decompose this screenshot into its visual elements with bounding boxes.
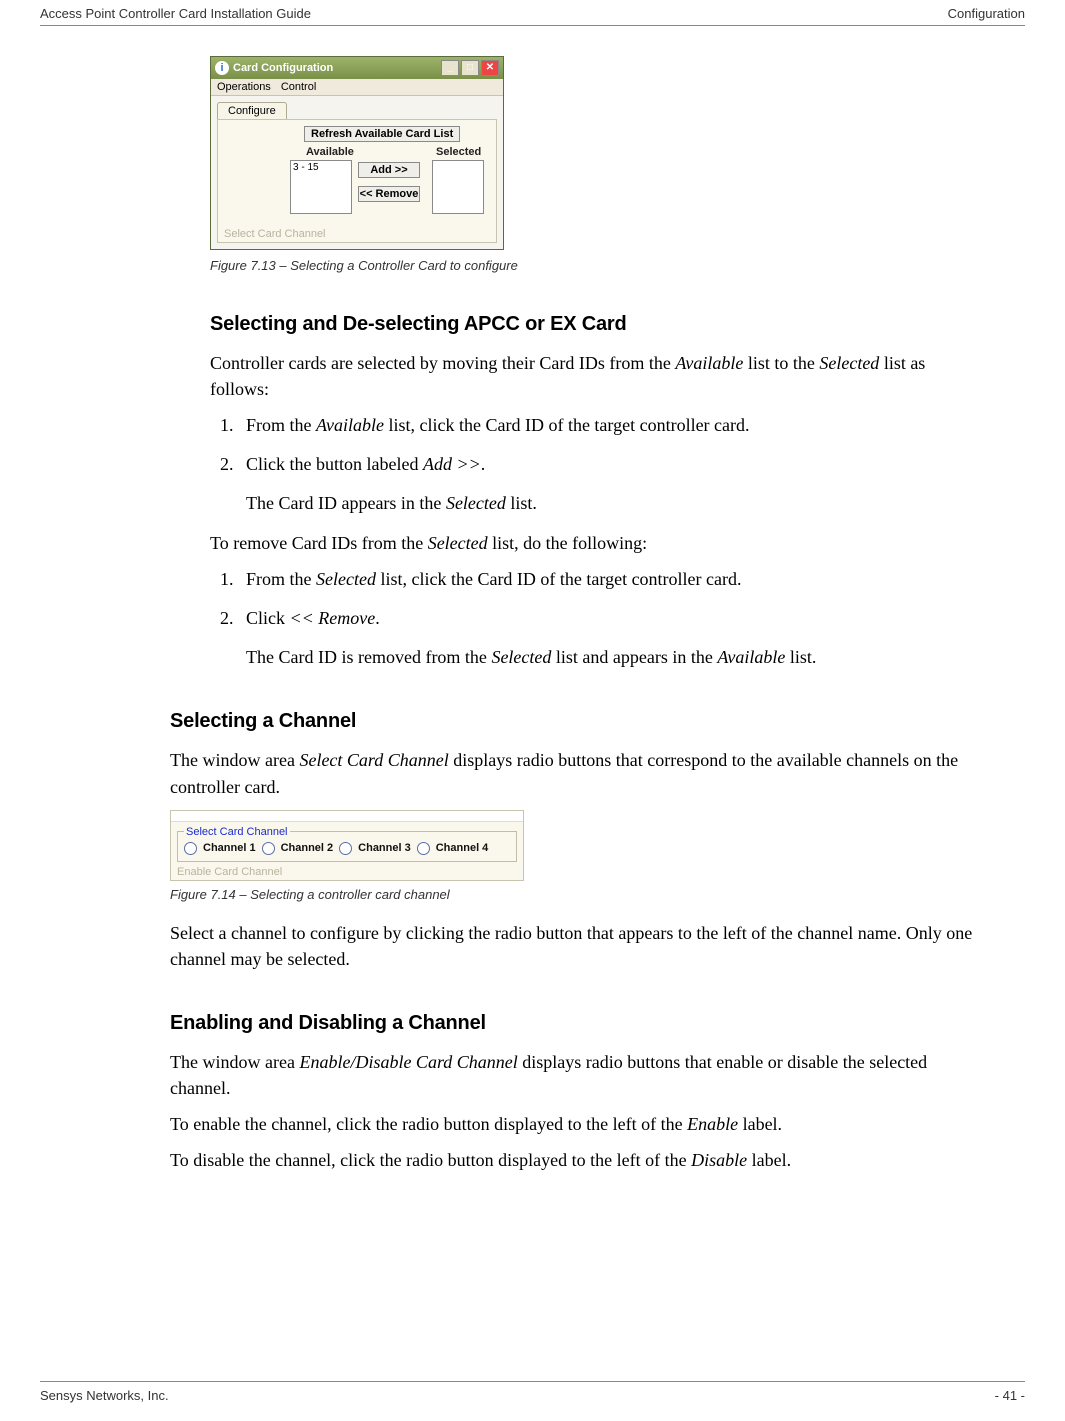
- card-configuration-window: i Card Configuration _ □ ✕ Operations Co…: [210, 56, 504, 250]
- minimize-button[interactable]: _: [441, 60, 459, 76]
- select-steps-list: From the Available list, click the Card …: [210, 412, 985, 478]
- channel-1-label: Channel 1: [203, 842, 256, 854]
- channel-4-radio[interactable]: [417, 842, 430, 855]
- footer-left: Sensys Networks, Inc.: [40, 1388, 169, 1403]
- header-right: Configuration: [948, 6, 1025, 21]
- footer-right: - 41 -: [995, 1388, 1025, 1403]
- panel-top-strip: [171, 811, 523, 822]
- channel-3-label: Channel 3: [358, 842, 411, 854]
- tab-configure[interactable]: Configure: [217, 102, 287, 119]
- select-card-channel-hint: Select Card Channel: [224, 228, 326, 240]
- select-step-2: Click the button labeled Add >>.: [238, 451, 985, 478]
- remove-button[interactable]: << Remove: [358, 186, 420, 202]
- channel-1-radio[interactable]: [184, 842, 197, 855]
- remove-steps-list: From the Selected list, click the Card I…: [210, 566, 985, 632]
- select-card-channel-fieldset: Select Card Channel Channel 1 Channel 2 …: [177, 826, 517, 862]
- selected-label: Selected: [436, 146, 481, 158]
- select-step-1: From the Available list, click the Card …: [238, 412, 985, 439]
- available-label: Available: [306, 146, 354, 158]
- figure-7-14-caption: Figure 7.14 – Selecting a controller car…: [170, 887, 1025, 902]
- channel-2-label: Channel 2: [281, 842, 334, 854]
- channel-3-radio[interactable]: [339, 842, 352, 855]
- channel-2-radio[interactable]: [262, 842, 275, 855]
- remove-step-2: Click << Remove.: [238, 605, 985, 632]
- sec3-p2: To enable the channel, click the radio b…: [170, 1111, 985, 1137]
- window-title: Card Configuration: [233, 62, 333, 74]
- channel-4-label: Channel 4: [436, 842, 489, 854]
- heading-enable-disable-channel: Enabling and Disabling a Channel: [170, 1012, 1025, 1035]
- enable-card-channel-hint: Enable Card Channel: [177, 866, 517, 878]
- page-header: Access Point Controller Card Installatio…: [40, 0, 1025, 26]
- figure-7-14: Select Card Channel Channel 1 Channel 2 …: [170, 810, 1025, 881]
- configure-panel: Refresh Available Card List Available Se…: [217, 119, 497, 243]
- remove-step-2-note: The Card ID is removed from the Selected…: [246, 644, 985, 670]
- info-icon: i: [215, 61, 229, 75]
- window-titlebar: i Card Configuration _ □ ✕: [211, 57, 503, 79]
- add-button[interactable]: Add >>: [358, 162, 420, 178]
- available-listbox[interactable]: 3 - 15: [290, 160, 352, 214]
- heading-select-deselect-apcc: Selecting and De-selecting APCC or EX Ca…: [210, 313, 1025, 336]
- select-card-channel-panel: Select Card Channel Channel 1 Channel 2 …: [170, 810, 524, 881]
- close-button[interactable]: ✕: [481, 60, 499, 76]
- figure-7-13-caption: Figure 7.13 – Selecting a Controller Car…: [210, 258, 1025, 273]
- selected-listbox[interactable]: [432, 160, 484, 214]
- remove-step-1: From the Selected list, click the Card I…: [238, 566, 985, 593]
- window-menubar: Operations Control: [211, 79, 503, 96]
- page-footer: Sensys Networks, Inc. - 41 -: [40, 1381, 1025, 1403]
- refresh-available-card-list-button[interactable]: Refresh Available Card List: [304, 126, 460, 142]
- sec2-p1: The window area Select Card Channel disp…: [170, 747, 985, 799]
- sec1-p2: To remove Card IDs from the Selected lis…: [210, 530, 985, 556]
- menu-operations[interactable]: Operations: [217, 81, 271, 93]
- maximize-button[interactable]: □: [461, 60, 479, 76]
- sec2-p2: Select a channel to configure by clickin…: [170, 920, 985, 972]
- select-card-channel-legend: Select Card Channel: [184, 826, 290, 838]
- menu-control[interactable]: Control: [281, 81, 316, 93]
- figure-7-13: i Card Configuration _ □ ✕ Operations Co…: [210, 56, 1025, 250]
- sec3-p1: The window area Enable/Disable Card Chan…: [170, 1049, 985, 1101]
- sec3-p3: To disable the channel, click the radio …: [170, 1147, 985, 1173]
- heading-selecting-channel: Selecting a Channel: [170, 710, 1025, 733]
- select-step-2-note: The Card ID appears in the Selected list…: [246, 490, 985, 516]
- available-list-item[interactable]: 3 - 15: [293, 162, 349, 173]
- sec1-p1: Controller cards are selected by moving …: [210, 350, 985, 402]
- header-left: Access Point Controller Card Installatio…: [40, 6, 311, 21]
